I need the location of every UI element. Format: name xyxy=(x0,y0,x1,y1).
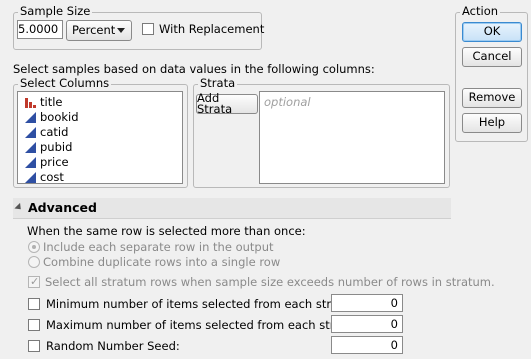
random-seed-input[interactable]: 0 xyxy=(331,336,403,354)
column-label: title xyxy=(40,94,63,109)
strata-list[interactable]: optional xyxy=(259,91,445,184)
max-items-checkbox[interactable] xyxy=(28,319,40,331)
max-items-input[interactable]: 0 xyxy=(331,315,403,333)
strata-placeholder: optional xyxy=(264,95,311,109)
continuous-column-icon xyxy=(25,171,36,183)
column-label: pubid xyxy=(40,139,73,154)
select-all-stratum-label: Select all stratum rows when sample size… xyxy=(45,275,495,289)
continuous-column-icon xyxy=(25,111,36,123)
help-button[interactable]: Help xyxy=(462,113,522,133)
combine-rows-label: Combine duplicate rows into a single row xyxy=(43,255,281,269)
select-columns-legend: Select Columns xyxy=(18,76,112,90)
continuous-column-icon xyxy=(25,141,36,153)
column-list-item[interactable]: bookid xyxy=(24,109,79,124)
max-items-label: Maximum number of items selected from ea… xyxy=(46,318,357,332)
column-label: bookid xyxy=(40,109,79,124)
unit-dropdown[interactable]: Percent xyxy=(66,20,132,41)
column-label: catid xyxy=(40,124,69,139)
ok-button[interactable]: OK xyxy=(462,22,522,42)
column-list-item[interactable]: catid xyxy=(24,124,68,139)
select-instructions: Select samples based on data values in t… xyxy=(13,62,375,76)
random-seed-label: Random Number Seed: xyxy=(46,339,180,353)
advanced-header[interactable]: Advanced xyxy=(13,198,451,219)
sample-size-input[interactable]: 5.0000 xyxy=(17,20,63,39)
with-replacement-checkbox[interactable] xyxy=(142,23,154,35)
remove-button[interactable]: Remove xyxy=(462,88,522,108)
unit-dropdown-value: Percent xyxy=(72,22,116,37)
combine-rows-radio[interactable] xyxy=(28,256,40,268)
min-items-label: Minimum number of items selected from ea… xyxy=(46,297,354,311)
strata-legend: Strata xyxy=(198,76,238,90)
continuous-column-icon xyxy=(25,156,36,168)
column-list-item[interactable]: title xyxy=(24,94,62,109)
column-label: price xyxy=(40,154,69,169)
nominal-column-icon xyxy=(25,97,36,108)
add-strata-button[interactable]: Add Strata xyxy=(196,92,258,115)
advanced-title: Advanced xyxy=(28,200,97,215)
chevron-down-icon xyxy=(117,28,125,33)
action-legend: Action xyxy=(460,4,501,18)
random-seed-checkbox[interactable] xyxy=(28,340,40,352)
select-all-stratum-checkbox[interactable]: ✓ xyxy=(28,275,40,288)
include-rows-label: Include each separate row in the output xyxy=(43,240,274,254)
min-items-input[interactable]: 0 xyxy=(331,294,403,312)
same-row-text: When the same row is selected more than … xyxy=(27,224,306,238)
collapse-triangle-icon xyxy=(14,202,24,213)
column-list-item[interactable]: cost xyxy=(24,169,64,184)
column-label: cost xyxy=(40,169,64,184)
with-replacement-label: With Replacement xyxy=(159,22,265,36)
sample-size-legend: Sample Size xyxy=(18,4,93,18)
column-list-item[interactable]: pubid xyxy=(24,139,72,154)
columns-list[interactable]: title bookid catid pubid price cost xyxy=(17,91,183,184)
min-items-checkbox[interactable] xyxy=(28,298,40,310)
column-list-item[interactable]: price xyxy=(24,154,69,169)
checkmark-icon: ✓ xyxy=(30,275,40,288)
include-rows-radio[interactable] xyxy=(28,241,40,253)
cancel-button[interactable]: Cancel xyxy=(462,47,522,67)
continuous-column-icon xyxy=(25,126,36,138)
